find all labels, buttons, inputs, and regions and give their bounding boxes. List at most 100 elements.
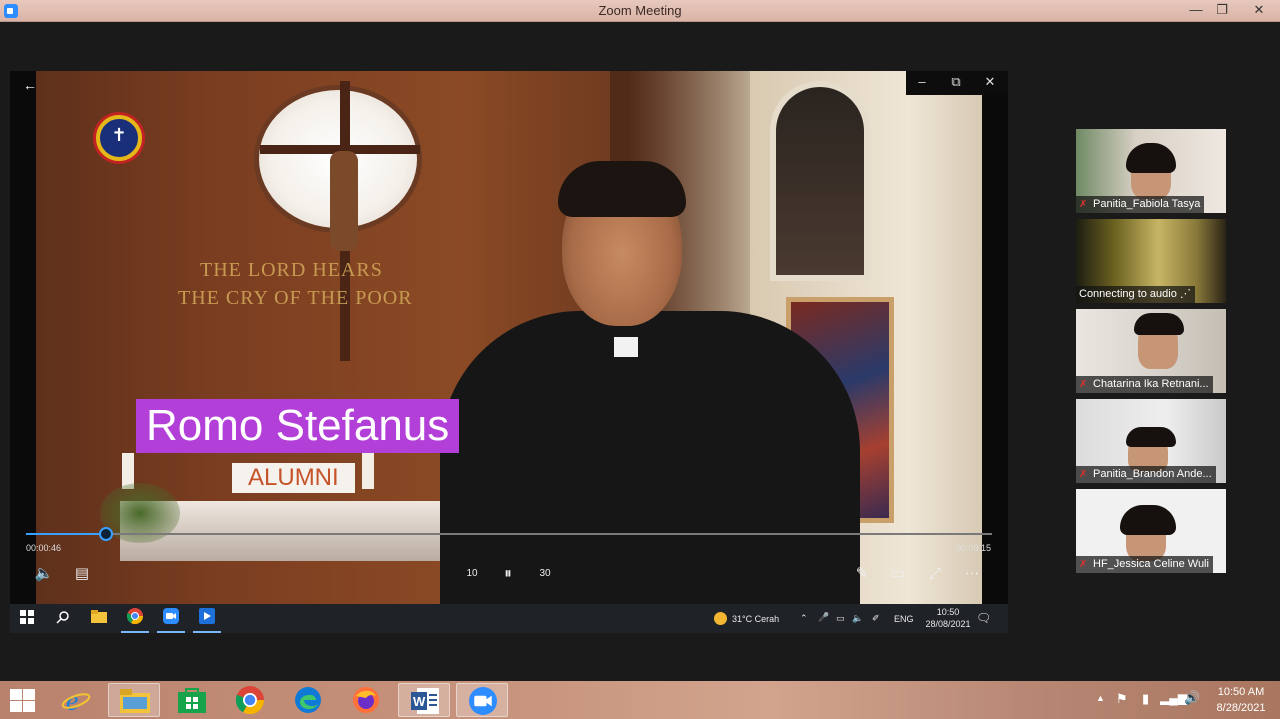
edge-button[interactable]: [282, 683, 334, 717]
participant-label: Connecting to audio ⋰: [1076, 286, 1195, 303]
start-button[interactable]: [8, 687, 36, 713]
mic-muted-icon: ✗: [1079, 379, 1088, 390]
player-window-controls: – ⧉ ✕: [906, 71, 1008, 95]
mic-icon[interactable]: 🎤: [818, 612, 829, 623]
wall-inscription-line2: THE CRY OF THE POOR: [178, 287, 413, 309]
participant-tile[interactable]: Connecting to audio ⋰: [1076, 219, 1226, 303]
file-explorer-icon[interactable]: [88, 608, 110, 630]
inner-clock-time[interactable]: 10:50: [930, 607, 966, 617]
school-logo: [96, 115, 142, 161]
participant-label: ✗ Panitia_Fabiola Tasya: [1076, 196, 1205, 213]
candle: [362, 453, 374, 489]
firefox-icon: [353, 687, 379, 713]
window-minimize-button[interactable]: —: [1182, 0, 1210, 22]
letterbox-left: [10, 71, 36, 604]
zoom-icon: [469, 687, 497, 715]
svg-text:W: W: [413, 694, 426, 709]
mic-muted-icon: ✗: [1079, 559, 1088, 570]
speaker-role-banner: ALUMNI: [232, 463, 355, 493]
player-restore-button[interactable]: ⧉: [946, 74, 966, 90]
battery-icon[interactable]: ▮: [1142, 691, 1149, 707]
participant-tile[interactable]: ✗ Panitia_Brandon Ande...: [1076, 399, 1226, 483]
media-player-icon[interactable]: [193, 608, 221, 633]
back-arrow-icon[interactable]: ←: [20, 75, 40, 95]
crucifix-figure: [330, 151, 358, 251]
player-close-button[interactable]: ✕: [980, 74, 1000, 90]
chrome-icon[interactable]: [121, 608, 149, 633]
forward-30-button[interactable]: 30: [533, 563, 557, 585]
inner-clock-date[interactable]: 28/08/2021: [920, 619, 976, 629]
miniview-icon[interactable]: ▭: [886, 563, 910, 585]
participant-hair: [1126, 427, 1176, 447]
weather-sun-icon[interactable]: [714, 612, 727, 625]
battery-icon[interactable]: ▭: [836, 613, 845, 624]
flag-icon[interactable]: ⚑: [1116, 691, 1128, 707]
chrome-button[interactable]: [224, 683, 276, 717]
participant-label: ✗ Panitia_Brandon Ande...: [1076, 466, 1216, 483]
speaker-icon[interactable]: 🔈: [852, 613, 863, 624]
word-icon: W: [411, 688, 439, 714]
search-icon[interactable]: [52, 608, 74, 630]
rewind-10-button[interactable]: 10: [460, 563, 484, 585]
letterbox-right: [982, 71, 1008, 604]
start-icon[interactable]: [16, 608, 38, 630]
internet-explorer-icon: e: [61, 686, 91, 714]
windows-taskbar: e W ▲ ⚑ ▮ ▂▄▆ 🔊 10:50 AM 8/28/2021: [0, 681, 1280, 719]
speaker-body: [440, 311, 860, 604]
participant-tile[interactable]: ✗ HF_Jessica Celine Wuli: [1076, 489, 1226, 573]
clock-date[interactable]: 8/28/2021: [1206, 702, 1276, 714]
video-frame: THE LORD HEARS THE CRY OF THE POOR Romo …: [10, 71, 1008, 604]
volume-icon[interactable]: 🔈: [32, 563, 56, 585]
store-button[interactable]: [166, 683, 218, 717]
participant-name: Chatarina Ika Retnani...: [1093, 378, 1209, 390]
more-options-icon[interactable]: ⋯: [960, 563, 984, 585]
notification-icon[interactable]: 🗨: [976, 611, 991, 625]
window-close-button[interactable]: ✕: [1238, 0, 1280, 22]
shared-screen: THE LORD HEARS THE CRY OF THE POOR Romo …: [10, 71, 1008, 633]
zoom-button[interactable]: [456, 683, 508, 717]
zoom-icon[interactable]: [157, 608, 185, 633]
speaker-hair: [558, 161, 686, 217]
participant-tile[interactable]: ✗ Panitia_Fabiola Tasya: [1076, 129, 1226, 213]
firefox-button[interactable]: [340, 683, 392, 717]
arched-window: [770, 81, 870, 281]
seek-bar-progress: [26, 533, 106, 535]
show-hidden-icons[interactable]: ▲: [1096, 693, 1105, 703]
clock-time[interactable]: 10:50 AM: [1206, 686, 1276, 698]
speaker-name-banner: Romo Stefanus: [136, 399, 460, 453]
fullscreen-icon[interactable]: ⤢: [923, 563, 947, 585]
chrome-icon: [236, 686, 264, 714]
file-explorer-button[interactable]: [108, 683, 160, 717]
clerical-collar: [614, 337, 638, 357]
player-minimize-button[interactable]: –: [912, 74, 932, 89]
edit-icon[interactable]: ✎: [850, 563, 874, 585]
subtitles-icon[interactable]: ▤: [70, 563, 94, 585]
weather-text[interactable]: 31°C Cerah: [732, 614, 779, 624]
word-button[interactable]: W: [398, 683, 450, 717]
pen-icon[interactable]: ✐: [872, 613, 880, 624]
wall-inscription-line1: THE LORD HEARS: [200, 259, 383, 281]
volume-icon[interactable]: 🔊: [1184, 690, 1200, 706]
internet-explorer-button[interactable]: e: [50, 683, 102, 717]
mic-muted-icon: ✗: [1079, 469, 1088, 480]
store-icon: [178, 688, 206, 713]
network-icon[interactable]: ▂▄▆: [1160, 691, 1187, 705]
seek-thumb[interactable]: [99, 527, 113, 541]
current-time: 00:00:46: [26, 543, 62, 553]
participant-name: HF_Jessica Celine Wuli: [1093, 558, 1209, 570]
edge-icon: [295, 687, 321, 713]
pause-icon[interactable]: ⏸: [496, 563, 520, 585]
participant-hair: [1120, 505, 1176, 535]
total-time: 00:09:15: [956, 543, 992, 553]
participant-name: Connecting to audio ⋰: [1079, 288, 1191, 300]
seek-bar[interactable]: [26, 533, 992, 535]
language-indicator[interactable]: ENG: [894, 614, 914, 624]
participant-hair: [1134, 313, 1184, 335]
mic-muted-icon: ✗: [1079, 199, 1088, 210]
shared-taskbar: 31°C Cerah ⌃ 🎤 ▭ 🔈 ✐ ENG 10:50 28/08/202…: [10, 604, 1008, 633]
tray-caret-icon[interactable]: ⌃: [800, 613, 808, 624]
window-maximize-button[interactable]: ❐: [1208, 0, 1236, 22]
participant-label: ✗ Chatarina Ika Retnani...: [1076, 376, 1213, 393]
participant-name: Panitia_Fabiola Tasya: [1093, 198, 1201, 210]
participant-tile[interactable]: ✗ Chatarina Ika Retnani...: [1076, 309, 1226, 393]
